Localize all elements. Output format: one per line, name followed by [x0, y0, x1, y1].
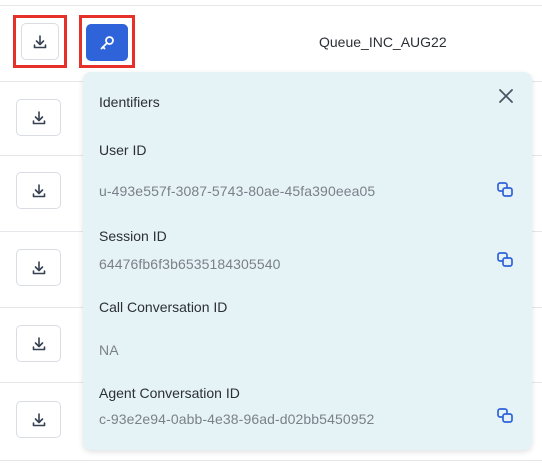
- download-icon: [31, 260, 47, 276]
- identifiers-button[interactable]: [86, 24, 128, 61]
- session-id-value: 64476fb6f3b6535184305540: [99, 256, 281, 272]
- session-id-label: Session ID: [99, 228, 167, 244]
- row-divider: [0, 460, 542, 461]
- user-id-label: User ID: [99, 142, 147, 158]
- download-button[interactable]: [16, 325, 61, 362]
- call-conversation-id-value: NA: [99, 342, 119, 358]
- download-button[interactable]: [16, 401, 61, 438]
- close-button[interactable]: [497, 87, 515, 105]
- copy-icon: [495, 250, 515, 270]
- agent-conversation-id-value: c-93e2e94-0abb-4e38-96ad-d02bb5450952: [99, 411, 375, 427]
- download-icon: [31, 183, 47, 199]
- copy-agent-conversation-id-button[interactable]: [495, 406, 515, 426]
- copy-icon: [495, 180, 515, 200]
- download-icon: [31, 110, 47, 126]
- copy-session-id-button[interactable]: [495, 250, 515, 270]
- close-icon: [497, 87, 515, 105]
- agent-conversation-id-label: Agent Conversation ID: [99, 385, 240, 401]
- key-icon: [98, 34, 116, 52]
- download-button-highlighted[interactable]: [13, 15, 67, 68]
- download-button[interactable]: [16, 172, 61, 209]
- download-icon: [31, 412, 47, 428]
- download-icon: [31, 336, 47, 352]
- download-button[interactable]: [16, 249, 61, 286]
- copy-user-id-button[interactable]: [495, 180, 515, 200]
- queue-name: Queue_INC_AUG22: [319, 34, 447, 50]
- popover-title: Identifiers: [99, 94, 160, 110]
- identifiers-popover: Identifiers User ID u-493e557f-3087-5743…: [83, 72, 532, 450]
- user-id-value: u-493e557f-3087-5743-80ae-45fa390eea05: [99, 183, 376, 199]
- download-icon: [32, 34, 48, 50]
- row-divider: [0, 5, 542, 6]
- download-button[interactable]: [16, 99, 61, 136]
- call-conversation-id-label: Call Conversation ID: [99, 299, 228, 315]
- copy-icon: [495, 406, 515, 426]
- identifiers-button-highlight: [79, 15, 135, 68]
